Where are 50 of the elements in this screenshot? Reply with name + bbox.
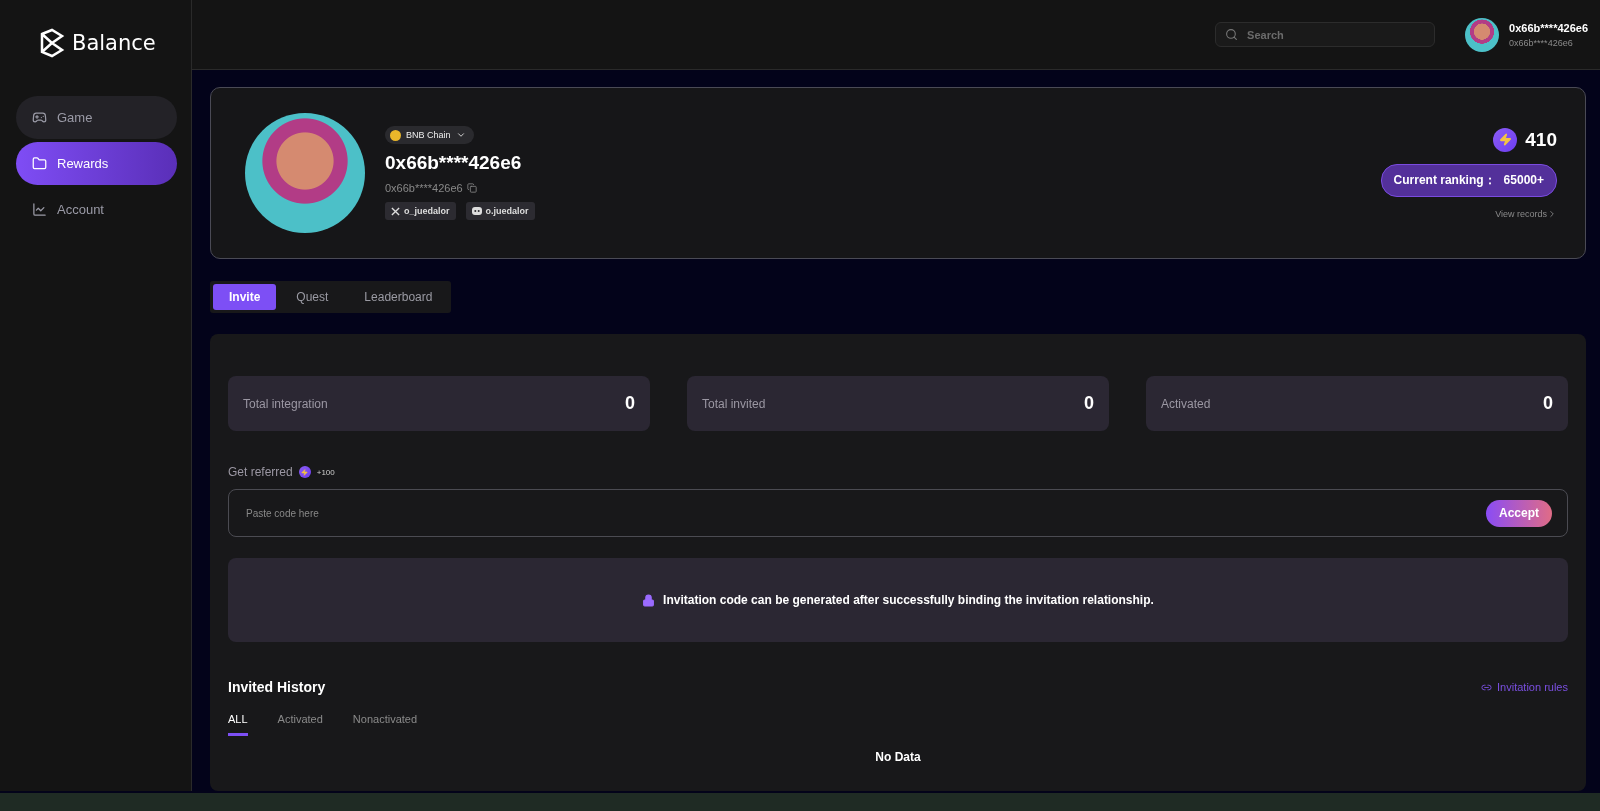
bolt-icon: [298, 466, 311, 478]
chevron-right-icon: [1547, 208, 1557, 219]
empty-message: No Data: [874, 750, 922, 764]
invitation-rules-link[interactable]: Invitation rules: [1481, 681, 1568, 693]
stat-label: Activated: [1161, 396, 1211, 411]
bonus-points: +100: [316, 467, 335, 477]
tab[interactable]: Leaderboard: [348, 284, 449, 310]
x-icon: [391, 206, 400, 216]
stat-label: Total invited: [702, 396, 766, 411]
social-tag: o.juedalor: [465, 202, 535, 220]
filter-tab[interactable]: Activated: [277, 713, 323, 736]
stat-value: 0: [625, 393, 635, 414]
stat-value: 0: [1543, 393, 1553, 414]
points-value: 410: [1525, 128, 1557, 151]
search-field[interactable]: Search: [1215, 22, 1436, 47]
user-address: 0x66b****426e6: [1509, 37, 1573, 48]
search-icon: [1225, 28, 1239, 41]
short-address: 0x66b****426e6: [385, 182, 463, 194]
filter-tab[interactable]: Nonactivated: [352, 713, 418, 736]
stat-label: Total integration: [243, 396, 328, 411]
chevron-down-icon: [455, 130, 466, 140]
filter-tab[interactable]: ALL: [228, 713, 248, 736]
lock-icon: [642, 593, 656, 607]
brand-name: Balance: [72, 31, 156, 55]
folder-icon: [32, 156, 47, 171]
copy-icon[interactable]: [466, 183, 477, 193]
avatar-circle[interactable]: [1465, 17, 1500, 52]
coin-icon: [390, 129, 401, 141]
social-tag: o_juedalor: [385, 202, 456, 220]
chain-selector[interactable]: BNB Chain: [385, 126, 474, 144]
notice-text: Invitation code can be generated after successfully binding the invitation relationship.: [663, 593, 1154, 607]
controller-icon: [471, 207, 482, 215]
referral-code-field[interactable]: Paste code here Accept: [228, 489, 1568, 537]
tab[interactable]: Quest: [280, 284, 345, 310]
ranking-badge: Current ranking： 65000+: [1380, 163, 1557, 197]
referral-label: Get referred: [228, 465, 293, 479]
user-name: 0x66b****426e6: [1509, 21, 1588, 34]
accept-button[interactable]: Accept: [1486, 499, 1552, 527]
sidebar-item[interactable]: Account: [16, 188, 177, 231]
chart-icon: [32, 202, 47, 217]
stat-value: 0: [1084, 393, 1094, 414]
view-records-link[interactable]: View records: [1495, 208, 1557, 219]
gamepad-icon: [32, 110, 47, 125]
bolt-icon: [1493, 127, 1518, 152]
tab[interactable]: Invite: [213, 284, 277, 310]
sidebar-item[interactable]: Rewards: [16, 142, 177, 185]
sidebar-item[interactable]: Game: [16, 96, 177, 139]
section-title: Invited History: [228, 679, 326, 695]
wallet-address: 0x66b****426e6: [385, 152, 522, 174]
logo-icon: [38, 28, 66, 58]
